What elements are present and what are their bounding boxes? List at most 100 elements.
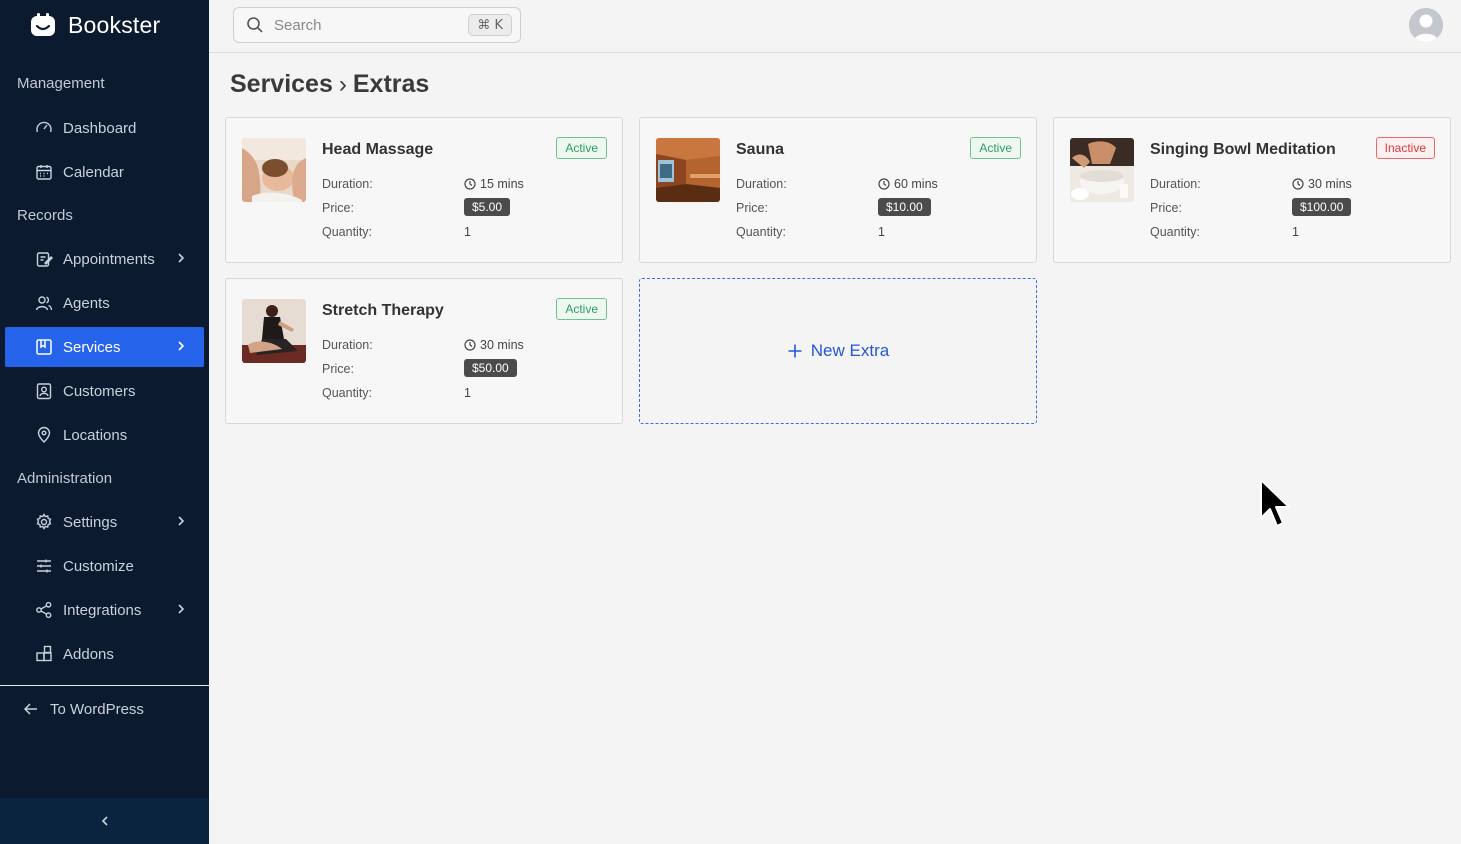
sidebar-item-label: Customers: [63, 382, 136, 400]
chevron-right-icon: [178, 253, 185, 263]
quantity-label: Quantity:: [736, 225, 787, 239]
sidebar-item-customers[interactable]: Customers: [5, 371, 204, 411]
duration-text: 30 mins: [480, 338, 524, 352]
contact-card-icon: [35, 382, 53, 400]
sidebar-item-integrations[interactable]: Integrations: [5, 590, 204, 630]
extra-thumbnail: [1070, 138, 1134, 202]
extra-card-singing-bowl-meditation[interactable]: Singing Bowl Meditation Inactive Duratio…: [1053, 117, 1451, 263]
extra-thumbnail: [242, 138, 306, 202]
extra-card-stretch-therapy[interactable]: Stretch Therapy Active Duration: 30 mins…: [225, 278, 623, 424]
sidebar-item-settings[interactable]: Settings: [5, 502, 204, 542]
status-badge: Active: [556, 298, 607, 320]
price-pill: $100.00: [1292, 198, 1352, 216]
price-value: $10.00: [878, 198, 931, 216]
duration-text: 60 mins: [894, 177, 938, 191]
chevron-left-icon: [101, 816, 108, 826]
sidebar-item-label: Services: [63, 338, 121, 356]
share-nodes-icon: [35, 601, 53, 619]
duration-text: 15 mins: [480, 177, 524, 191]
quantity-label: Quantity:: [322, 225, 373, 239]
to-wordpress-link[interactable]: To WordPress: [22, 700, 144, 718]
quantity-label: Quantity:: [322, 386, 373, 400]
quantity-value: 1: [464, 386, 471, 400]
price-pill: $10.00: [878, 198, 931, 216]
duration-label: Duration:: [322, 177, 373, 191]
extra-name: Singing Bowl Meditation: [1150, 141, 1336, 158]
sidebar-item-dashboard[interactable]: Dashboard: [5, 108, 204, 148]
stretch-therapy-image: [242, 299, 306, 363]
page-title: Extras: [352, 70, 430, 98]
mouse-cursor-icon: [1260, 479, 1290, 527]
sidebar-item-label: Settings: [63, 513, 118, 531]
breadcrumb: Services › Extras: [230, 70, 429, 99]
price-value: $50.00: [464, 359, 517, 377]
status-badge: Active: [970, 137, 1021, 159]
search-input[interactable]: [274, 16, 454, 34]
status-badge: Inactive: [1375, 137, 1435, 159]
sidebar-item-addons[interactable]: Addons: [5, 634, 204, 674]
singing-bowl-image: [1070, 138, 1134, 202]
search-box[interactable]: ⌘ K: [233, 7, 521, 43]
price-pill: $5.00: [464, 198, 511, 216]
plus-icon: [788, 344, 802, 358]
sidebar-item-appointments[interactable]: Appointments: [5, 239, 204, 279]
users-icon: [35, 294, 53, 312]
collapse-sidebar-button[interactable]: [0, 798, 209, 844]
extra-card-head-massage[interactable]: Head Massage Active Duration: 15 mins Pr…: [225, 117, 623, 263]
duration-label: Duration:: [322, 338, 373, 352]
sidebar-item-agents[interactable]: Agents: [5, 283, 204, 323]
extra-name: Stretch Therapy: [322, 302, 444, 319]
breadcrumb-parent[interactable]: Services: [230, 70, 333, 99]
sidebar-item-label: Calendar: [63, 163, 124, 181]
user-avatar-icon: [1409, 8, 1443, 42]
sidebar-item-customize[interactable]: Customize: [5, 546, 204, 586]
sidebar-item-label: Addons: [63, 645, 114, 663]
price-label: Price:: [322, 201, 354, 215]
quantity-value: 1: [878, 225, 885, 239]
duration-value: 15 mins: [464, 177, 524, 191]
quantity-label: Quantity:: [1150, 225, 1201, 239]
bookmark-square-icon: [35, 338, 53, 356]
new-extra-button[interactable]: New Extra: [639, 278, 1037, 424]
sidebar: Bookster Management Dashboard Calendar R…: [0, 0, 209, 844]
price-value: $100.00: [1292, 198, 1352, 216]
clock-icon: [464, 178, 476, 190]
sidebar-item-calendar[interactable]: Calendar: [5, 152, 204, 192]
sidebar-divider: [0, 685, 209, 686]
head-massage-image: [242, 138, 306, 202]
extra-name: Sauna: [736, 141, 785, 158]
duration-value: 30 mins: [464, 338, 524, 352]
section-management: Management: [17, 75, 105, 92]
sidebar-item-label: Locations: [63, 426, 128, 444]
quantity-value: 1: [464, 225, 471, 239]
section-administration: Administration: [17, 470, 113, 487]
search-icon: [247, 17, 263, 33]
price-value: $5.00: [464, 198, 511, 216]
breadcrumb-separator: ›: [338, 70, 347, 98]
clipboard-edit-icon: [35, 250, 53, 268]
chevron-right-icon: [178, 604, 185, 614]
price-label: Price:: [1150, 201, 1182, 215]
quantity-value: 1: [1292, 225, 1299, 239]
topbar: ⌘ K: [209, 0, 1461, 53]
sidebar-item-services[interactable]: Services: [5, 327, 204, 367]
price-label: Price:: [322, 362, 354, 376]
bookster-logo-icon: [31, 13, 55, 36]
puzzle-blocks-icon: [35, 645, 53, 663]
extra-card-sauna[interactable]: Sauna Active Duration: 60 mins Price: $1…: [639, 117, 1037, 263]
extra-thumbnail: [242, 299, 306, 363]
price-pill: $50.00: [464, 359, 517, 377]
new-extra-label: New Extra: [810, 341, 890, 360]
chevron-right-icon: [178, 516, 185, 526]
duration-value: 60 mins: [878, 177, 938, 191]
brand[interactable]: Bookster: [30, 10, 160, 40]
duration-label: Duration:: [1150, 177, 1201, 191]
duration-label: Duration:: [736, 177, 787, 191]
sidebar-item-locations[interactable]: Locations: [5, 415, 204, 455]
chevron-right-icon: [178, 341, 185, 351]
user-avatar[interactable]: [1409, 8, 1443, 42]
search-shortcut-hint: ⌘ K: [468, 14, 512, 36]
to-wordpress-label: To WordPress: [50, 700, 144, 718]
arrow-left-icon: [23, 703, 37, 715]
status-badge: Active: [556, 137, 607, 159]
